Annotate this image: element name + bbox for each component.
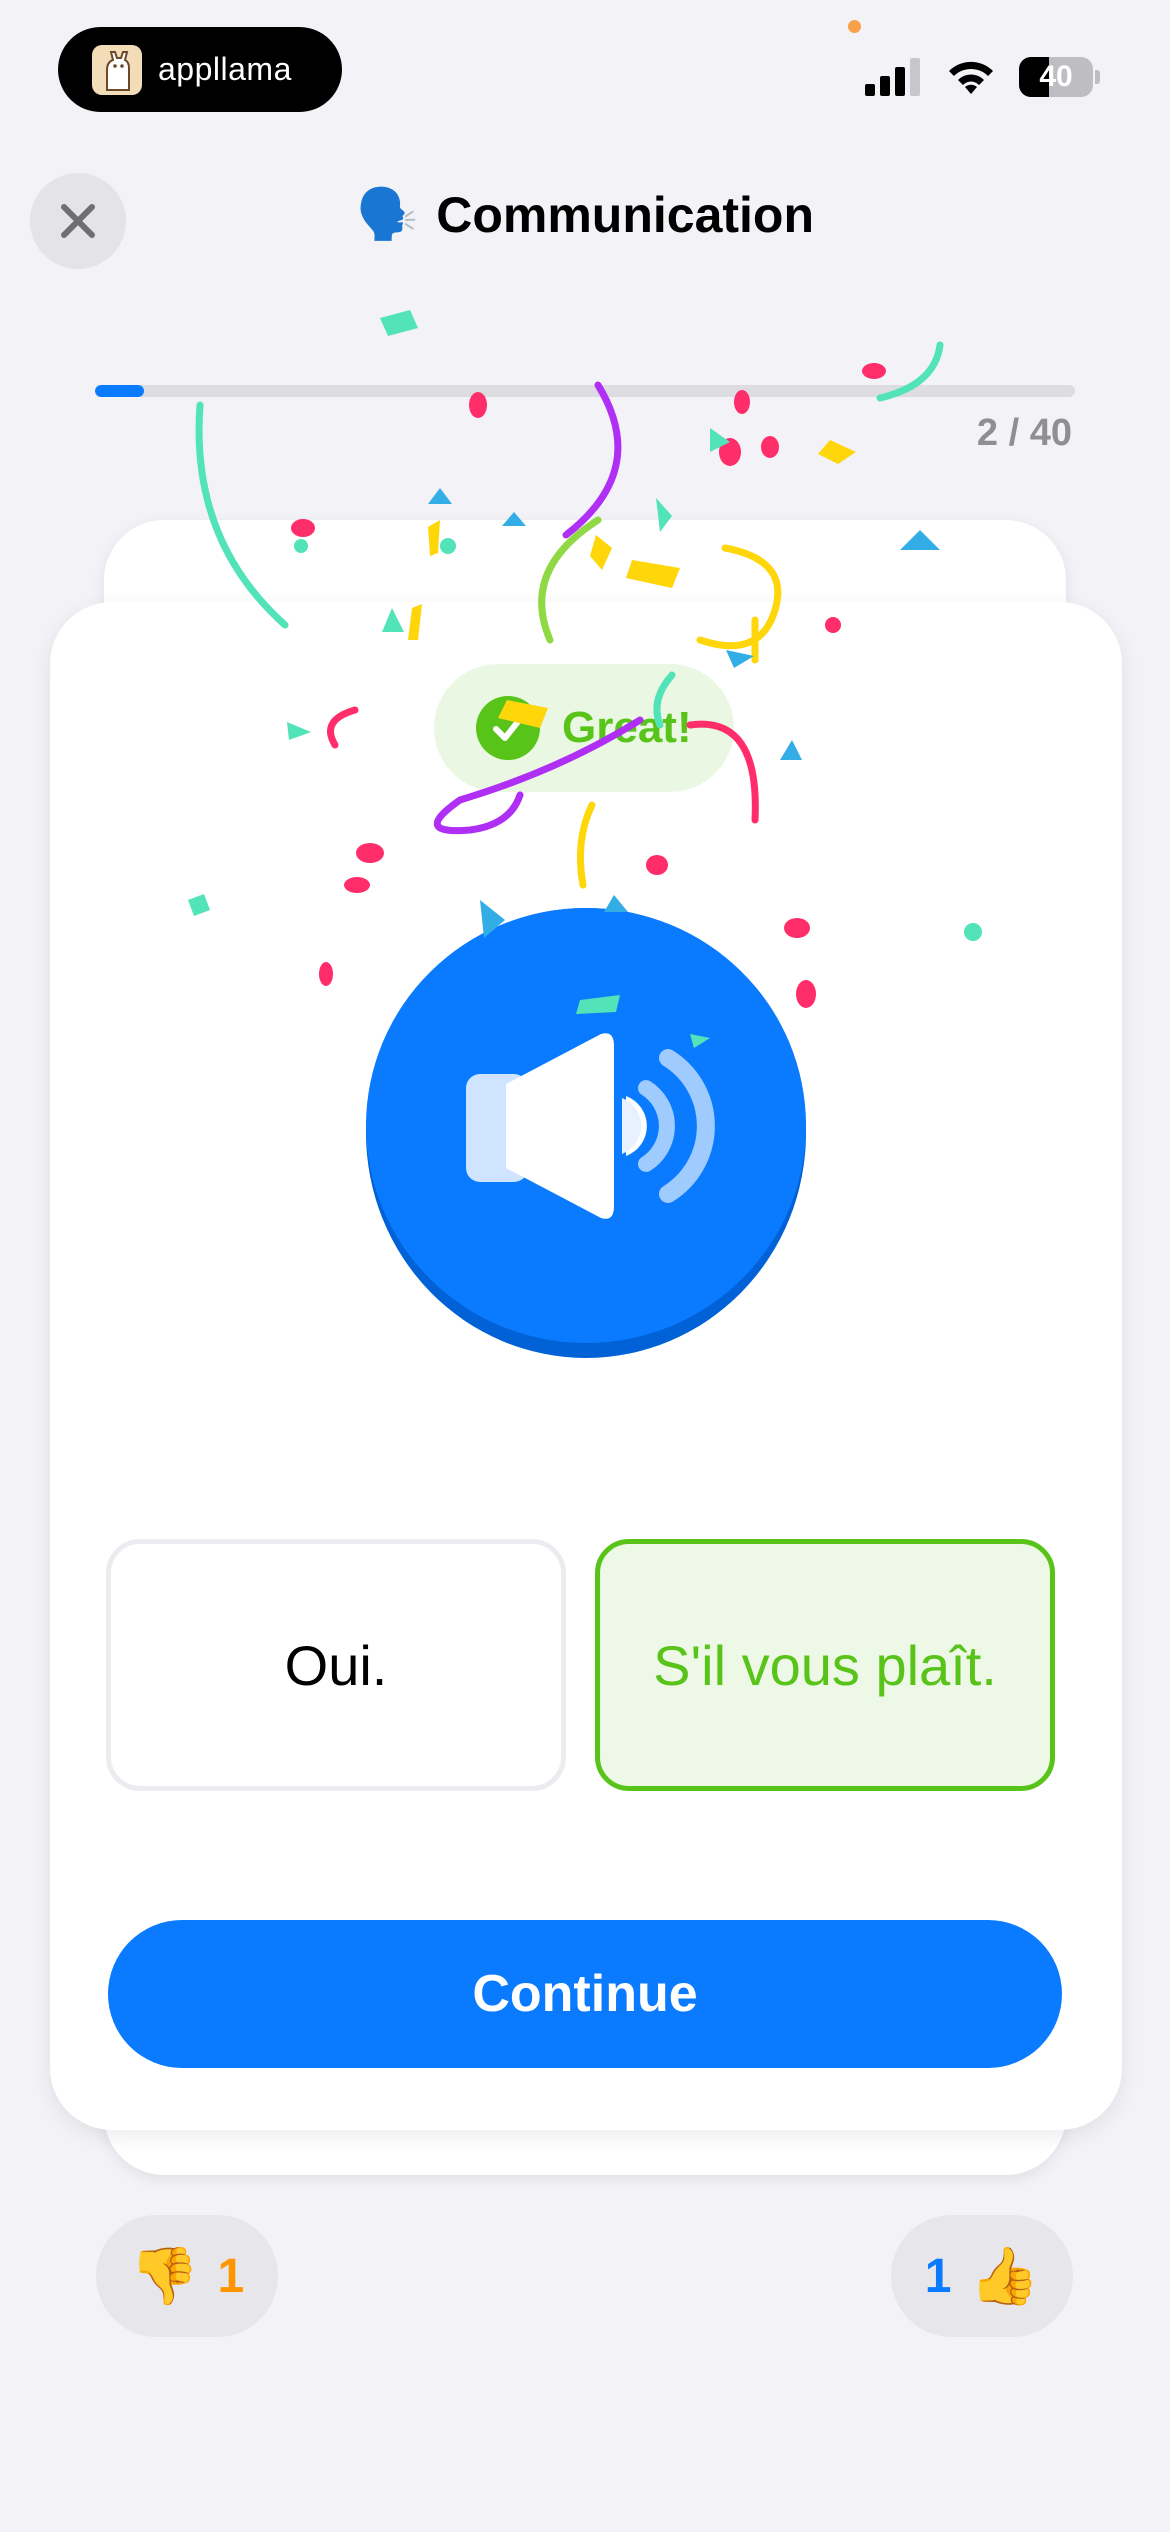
answer-option-sil-vous-plait[interactable]: S'il vous plaît. [595, 1539, 1055, 1791]
thumbs-up-count: 1 [924, 2249, 952, 2303]
cellular-signal-icon [865, 58, 920, 96]
progress-fill [95, 385, 144, 397]
speaking-head-icon: 🗣️ [355, 186, 419, 242]
privacy-indicator-dot [848, 20, 861, 33]
battery-tip [1095, 70, 1100, 84]
llama-logo-icon [92, 44, 142, 95]
thumbs-down-count: 1 [217, 2249, 245, 2303]
thumbs-up-button[interactable]: 1 👍 [891, 2215, 1073, 2337]
wifi-icon [949, 61, 993, 94]
exercise-card: Great! Oui. S'il vous plaît. Continue [50, 602, 1122, 2130]
progress-bar [95, 385, 1075, 397]
answer-option-label: S'il vous plaît. [653, 1633, 997, 1697]
continue-label: Continue [472, 1965, 698, 2023]
speaker-icon [466, 1032, 715, 1219]
thumbs-down-button[interactable]: 👎 1 [96, 2215, 278, 2337]
checkmark-icon [476, 696, 540, 760]
feedback-text: Great! [562, 703, 692, 752]
play-audio-button[interactable] [366, 908, 806, 1358]
answer-option-label: Oui. [284, 1633, 388, 1697]
page-title-text: Communication [436, 186, 815, 243]
battery-icon: 40 [1019, 57, 1093, 97]
continue-button[interactable]: Continue [108, 1920, 1062, 2068]
status-icons: 40 [865, 52, 1100, 102]
thumbs-down-icon: 👎 [129, 2244, 200, 2307]
app-badge[interactable]: appllama [58, 27, 342, 112]
answer-option-oui[interactable]: Oui. [106, 1539, 566, 1791]
page-title: 🗣️ Communication [0, 185, 1170, 244]
thumbs-up-icon: 👍 [969, 2244, 1040, 2307]
battery-level: 40 [1039, 60, 1073, 93]
feedback-badge: Great! [434, 664, 734, 792]
app-name: appllama [158, 51, 292, 87]
progress-counter: 2 / 40 [976, 412, 1072, 454]
